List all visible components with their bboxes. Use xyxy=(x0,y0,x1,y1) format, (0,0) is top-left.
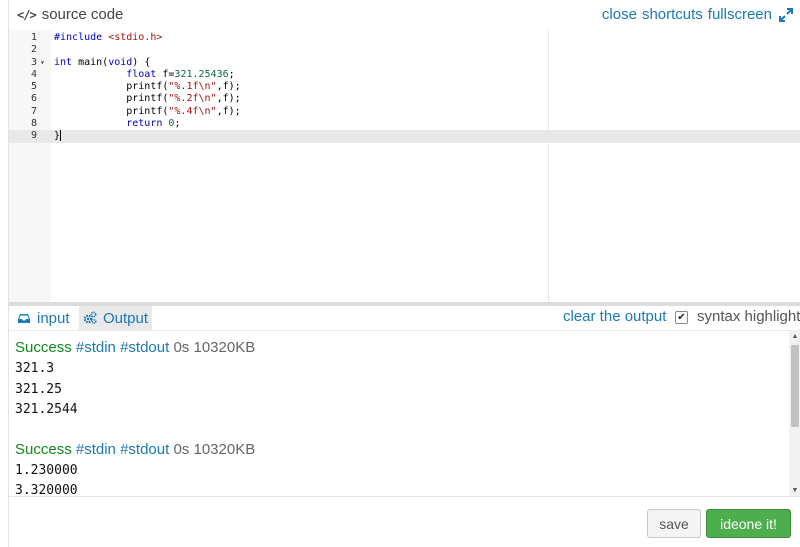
output-line: 1.230000 xyxy=(15,462,78,478)
fullscreen-link[interactable]: fullscreen xyxy=(708,6,772,23)
code-text: printf("%.1f\n",f); xyxy=(54,81,241,93)
scroll-down-arrow-icon[interactable]: ▼ xyxy=(789,485,800,496)
line-number: 7 xyxy=(30,105,37,117)
code-line[interactable]: 1 #include <stdio.h> xyxy=(9,32,800,44)
tab-input-label: input xyxy=(37,309,70,327)
line-number: 5 xyxy=(30,81,37,93)
code-line[interactable]: 6 printf("%.2f\n",f); xyxy=(9,93,800,105)
stdin-link[interactable]: #stdin xyxy=(76,339,116,356)
code-icon: </> xyxy=(17,7,37,22)
output-scrollbar[interactable]: ▲ ▼ xyxy=(789,331,800,496)
output-content: Success #stdin #stdout 0s 10320KB 321.3 32… xyxy=(15,339,785,496)
code-line[interactable]: 3 ▾ int main(void) { xyxy=(9,57,800,69)
editor-footer: save ideone it! xyxy=(9,496,800,547)
status-success: Success xyxy=(15,440,72,458)
result-block: Success #stdin #stdout 0s 10320KB 321.3 32… xyxy=(15,339,785,421)
line-number: 3 xyxy=(30,56,37,68)
line-number: 6 xyxy=(30,93,37,105)
code-text: #include <stdio.h> xyxy=(54,32,163,43)
code-text: printf("%.2f\n",f); xyxy=(54,93,241,105)
line-number: 2 xyxy=(30,44,37,56)
line-number: 9 xyxy=(30,130,37,142)
close-link[interactable]: close xyxy=(602,6,637,23)
tab-input[interactable]: input xyxy=(13,306,74,330)
code-line[interactable]: 4 float f=321.25436; xyxy=(9,69,800,81)
clear-output-link[interactable]: clear the output xyxy=(563,308,666,325)
result-block: Success #stdin #stdout 0s 10320KB 1.23000… xyxy=(15,441,785,497)
result-meta: 0s 10320KB xyxy=(173,339,256,356)
output-panel[interactable]: Success #stdin #stdout 0s 10320KB 321.3 32… xyxy=(9,330,800,496)
code-text: float f=321.25436; xyxy=(126,68,235,80)
header-title-group: </> source code xyxy=(17,6,123,23)
expand-icon[interactable] xyxy=(779,7,793,22)
code-line[interactable]: 9} xyxy=(9,130,800,143)
status-success: Success xyxy=(15,339,72,356)
tab-output-label: Output xyxy=(103,309,149,327)
result-meta: 0s 10320KB xyxy=(173,440,256,458)
ide-panel: </> source code close shortcuts fullscre… xyxy=(8,0,800,547)
gears-icon xyxy=(83,311,97,324)
scroll-thumb[interactable] xyxy=(791,345,799,427)
result-status-line: Success #stdin #stdout 0s 10320KB xyxy=(15,441,785,461)
output-line: 321.25 xyxy=(15,381,62,397)
header-links: close shortcuts fullscreen xyxy=(597,6,793,23)
fold-arrow-icon[interactable]: ▾ xyxy=(40,57,45,69)
ideone-it-button[interactable]: ideone it! xyxy=(706,509,791,538)
code-line[interactable]: 7 printf("%.4f\n",f); xyxy=(9,106,800,118)
code-line[interactable]: 8 return 0; xyxy=(9,118,800,130)
code-text: } xyxy=(54,130,62,142)
output-line: 321.3 xyxy=(15,361,55,376)
result-status-line: Success #stdin #stdout 0s 10320KB xyxy=(15,339,785,359)
header-title: source code xyxy=(41,6,124,23)
output-line: 321.2544 xyxy=(15,402,78,417)
line-number: 1 xyxy=(30,32,37,43)
io-tabs-bar: input Output clear the output ✔ syntax h… xyxy=(9,306,800,330)
output-line: 3.320000 xyxy=(15,483,78,496)
inbox-icon xyxy=(18,314,30,323)
code-line[interactable]: 2 xyxy=(9,44,800,56)
scroll-up-arrow-icon[interactable]: ▲ xyxy=(789,331,800,343)
save-button[interactable]: save xyxy=(647,509,701,538)
tab-output[interactable]: Output xyxy=(79,306,153,330)
syntax-highlight-checkbox[interactable]: ✔ xyxy=(675,311,688,324)
stdout-link[interactable]: #stdout xyxy=(120,339,169,356)
code-text: printf("%.4f\n",f); xyxy=(54,105,241,117)
stdout-link[interactable]: #stdout xyxy=(120,441,169,458)
stdin-link[interactable]: #stdin xyxy=(76,441,116,458)
code-text: return 0; xyxy=(126,118,181,130)
code-line[interactable]: 5 printf("%.1f\n",f); xyxy=(9,81,800,93)
editor-header: </> source code close shortcuts fullscre… xyxy=(9,0,800,30)
syntax-highlight-label: syntax highlight xyxy=(697,308,800,325)
shortcuts-link[interactable]: shortcuts xyxy=(642,6,703,23)
line-number: 8 xyxy=(30,118,37,130)
line-number: 4 xyxy=(30,68,37,80)
code-text: int main(void) { xyxy=(54,56,151,68)
code-editor[interactable]: 1 #include <stdio.h> 2 3 ▾ int main(void) {4 … xyxy=(9,30,800,302)
code-lines[interactable]: 1 #include <stdio.h> 2 3 ▾ int main(void) {4 … xyxy=(9,30,800,143)
text-cursor xyxy=(60,130,62,142)
